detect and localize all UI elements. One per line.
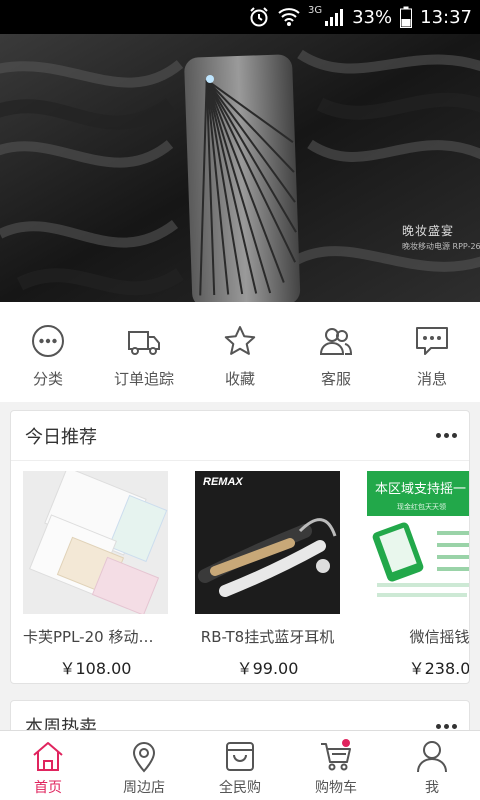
product-name: RB-T8挂式蓝牙耳机 [200, 628, 335, 646]
status-bar: 3G 33% 13:37 [0, 0, 480, 34]
tab-nearby-stores[interactable]: 周边店 [96, 731, 192, 800]
promo-subtitle: 现金红包天天领 [397, 502, 446, 511]
cart-badge [342, 739, 350, 747]
product-name: 微信摇钱 [409, 628, 469, 646]
product-card[interactable]: 卡芙PPL-20 移动电… ￥108.00 [23, 471, 168, 679]
dots-circle-icon [32, 325, 64, 357]
product-image: 本区域支持摇一 现金红包天天领 [367, 471, 469, 614]
bottom-nav: 首页 周边店 全民购 购物车 我 [0, 730, 480, 800]
chat-bubble-icon [416, 327, 448, 355]
tab-cart[interactable]: 购物车 [288, 731, 384, 800]
network-type: 3G [307, 4, 323, 16]
home-icon [33, 742, 63, 771]
tab-me[interactable]: 我 [384, 731, 480, 800]
quick-nav-messages[interactable]: 消息 [384, 302, 480, 402]
star-icon [224, 326, 256, 355]
battery-percent: 33% [352, 6, 393, 28]
shopping-bag-icon [226, 742, 254, 771]
banner-caption-title: 晚妆盛宴 [402, 224, 455, 238]
signal-icon [324, 7, 344, 27]
product-card[interactable]: REMAX RB-T8挂式蓝牙耳机 ￥99.00 [195, 471, 340, 679]
people-icon [319, 328, 353, 355]
today-recommend-section: 今日推荐 卡芙PPL-20 移动电… ￥108.00 REMAX RB-T8挂式… [10, 410, 470, 684]
quick-nav-label: 消息 [416, 370, 447, 388]
tab-label: 全民购 [219, 780, 261, 796]
promo-banner[interactable]: 晚妆盛宴 晚妆移动电源 RPP-26 5 [0, 34, 480, 302]
more-icon[interactable] [436, 433, 457, 438]
tab-label: 首页 [34, 780, 62, 796]
truck-icon [128, 331, 160, 355]
banner-image [0, 34, 480, 302]
tab-label: 我 [425, 780, 439, 796]
quick-nav-category[interactable]: 分类 [0, 302, 96, 402]
tab-home[interactable]: 首页 [0, 731, 96, 800]
product-brand: REMAX [203, 476, 243, 488]
quick-nav-order-tracking[interactable]: 订单追踪 [96, 302, 192, 402]
quick-nav-label: 收藏 [224, 370, 255, 388]
product-name: 卡芙PPL-20 移动电… [23, 628, 168, 646]
quick-nav: 分类 订单追踪 收藏 客服 消息 [0, 302, 480, 402]
quick-nav-label: 订单追踪 [113, 370, 174, 388]
section-title: 今日推荐 [25, 426, 97, 448]
tab-group-buy[interactable]: 全民购 [192, 731, 288, 800]
quick-nav-label: 分类 [32, 370, 63, 388]
quick-nav-customer-service[interactable]: 客服 [288, 302, 384, 402]
alarm-icon [248, 6, 270, 28]
tab-label: 周边店 [123, 780, 165, 796]
section-header: 今日推荐 [11, 411, 469, 461]
promo-title: 本区域支持摇一 [375, 482, 466, 497]
user-icon [417, 741, 447, 773]
banner-caption: 晚妆盛宴 晚妆移动电源 RPP-26 5 [402, 224, 480, 254]
product-price: ￥108.00 [59, 659, 132, 678]
battery-icon [400, 6, 413, 28]
banner-caption-subtitle: 晚妆移动电源 RPP-26 5 [402, 242, 480, 251]
product-price: ￥238.0 [408, 659, 469, 678]
location-pin-icon [132, 742, 156, 773]
product-carousel[interactable]: 卡芙PPL-20 移动电… ￥108.00 REMAX RB-T8挂式蓝牙耳机 … [11, 461, 469, 683]
product-image [23, 471, 168, 614]
product-card[interactable]: 本区域支持摇一 现金红包天天领 微信摇钱 ￥238.0 [367, 471, 469, 679]
tab-label: 购物车 [315, 780, 357, 796]
clock-time: 13:37 [420, 6, 472, 28]
wifi-icon [278, 7, 300, 27]
product-price: ￥99.00 [236, 659, 299, 678]
quick-nav-label: 客服 [320, 370, 351, 388]
product-image: REMAX [195, 471, 340, 614]
quick-nav-favorites[interactable]: 收藏 [192, 302, 288, 402]
more-icon[interactable] [436, 723, 457, 729]
